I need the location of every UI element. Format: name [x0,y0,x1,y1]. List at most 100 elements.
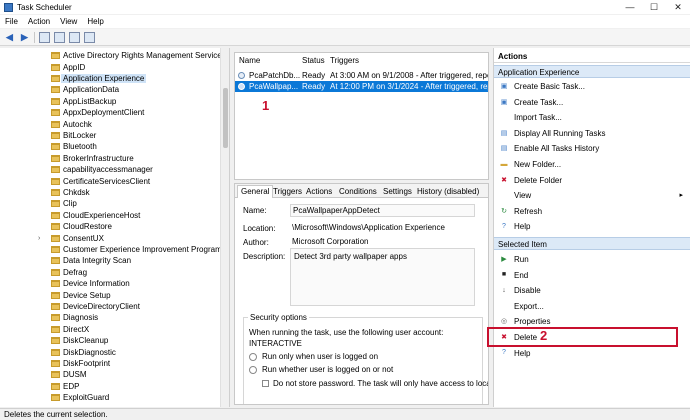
folder-icon [51,166,60,174]
run-logged-on-radio[interactable] [249,353,257,361]
tab-actions[interactable]: Actions [303,186,335,198]
show-hide-tree-icon[interactable] [54,31,65,43]
tree-item-label: AppID [63,62,86,72]
security-options-legend: Security options [248,313,309,322]
name-field[interactable]: PcaWallpaperAppDetect [290,204,475,217]
new-folder-icon: ▬ [500,160,508,168]
security-prompt: When running the task, use the following… [249,328,444,337]
show-hide-action-pane-icon[interactable] [84,31,95,43]
folder-icon [51,177,60,185]
tree-item-label: ExploitGuard [63,393,110,403]
action-help[interactable]: ? Help [494,347,690,360]
folder-icon [51,359,60,367]
action-label: Refresh [514,206,543,216]
task-triggers: At 12:00 PM on 3/1/2024 - After triggere… [330,82,488,91]
action-refresh[interactable]: ↻ Refresh [494,205,690,218]
do-not-store-password-label: Do not store password. The task will onl… [273,379,489,388]
actions-title: Actions [494,48,690,63]
action-label: View [514,191,532,201]
name-label: Name: [243,206,267,215]
action-help[interactable]: ? Help [494,220,690,233]
menu-view[interactable]: View [55,17,82,26]
action-end[interactable]: ■ End [494,269,690,282]
disable-icon: ↓ [502,286,506,294]
task-row-pcawallpaper[interactable]: PcaWallpap... Ready At 12:00 PM on 3/1/2… [235,81,488,92]
action-run[interactable]: ▶ Run [494,253,690,266]
help-book-icon[interactable] [69,31,80,43]
location-label: Location: [243,224,276,233]
folder-icon [51,268,60,276]
menu-file[interactable]: File [0,17,23,26]
end-icon: ■ [501,271,507,279]
tree-item-label: BitLocker [63,130,97,140]
back-arrow-icon[interactable]: ◀ [4,32,15,43]
tree-item-label: capabilityaccessmanager [63,165,153,175]
tab-triggers[interactable]: Triggers [270,186,305,198]
action-create-basic-task[interactable]: ▣ Create Basic Task... [494,80,690,93]
tab-general[interactable]: General [237,185,274,198]
maximize-icon[interactable]: ☐ [642,0,666,14]
action-import-task[interactable]: Import Task... [494,111,690,124]
folder-icon [51,394,60,402]
actions-section-header[interactable]: Selected Item [494,237,690,250]
description-label: Description: [243,252,286,261]
submenu-arrow-icon: ▸ [679,192,683,200]
folder-icon [51,348,60,356]
tab-conditions[interactable]: Conditions [336,186,380,198]
annotation-number-1: 1 [262,98,270,113]
delete-highlight-box [487,327,678,347]
action-new-folder[interactable]: ▬ New Folder... [494,158,690,171]
annotation-number-2: 2 [540,328,548,343]
help-icon: ? [502,222,506,230]
toolbar: ◀ ▶ [0,29,690,46]
menu-action[interactable]: Action [23,17,55,26]
action-label: Delete Folder [514,175,563,185]
action-disable[interactable]: ↓ Disable [494,284,690,297]
task-row-pcapatchdb[interactable]: PcaPatchDb... Ready At 3:00 AM on 9/1/20… [235,70,488,81]
column-status[interactable]: Status [302,56,325,65]
forward-arrow-icon[interactable]: ▶ [19,32,30,43]
close-icon[interactable]: ✕ [666,0,690,14]
folder-icon [51,280,60,288]
action-delete-folder[interactable]: ✖ Delete Folder [494,174,690,187]
folder-icon [51,97,60,105]
folder-icon [51,211,60,219]
tree-item-label: CertificateServicesClient [63,176,151,186]
menu-help[interactable]: Help [82,17,108,26]
column-triggers[interactable]: Triggers [330,56,359,65]
tab-settings[interactable]: Settings [380,186,415,198]
tree-scrollbar[interactable] [220,48,229,407]
status-bar: Deletes the current selection. [0,408,690,420]
folder-icon [51,382,60,390]
scrollbar-thumb[interactable] [223,88,228,148]
action-view[interactable]: View ▸ [494,189,690,202]
run-whether-logged-radio[interactable] [249,366,257,374]
run-whether-logged-label: Run whether user is logged on or not [262,365,394,374]
action-display-all-running-tasks[interactable]: ▤ Display All Running Tasks [494,127,690,140]
up-folder-icon[interactable] [39,31,50,43]
action-create-task[interactable]: ▣ Create Task... [494,96,690,109]
window-controls: — ☐ ✕ [618,0,690,14]
do-not-store-password-checkbox[interactable] [262,380,269,387]
tree-item-label: EDP [63,381,80,391]
folder-icon [51,120,60,128]
folder-icon [51,74,60,82]
user-account-value: INTERACTIVE [249,339,302,348]
actions-section-header[interactable]: Application Experience [494,65,690,78]
chevron-right-icon[interactable]: › [38,235,40,242]
task-list-header: Name Status Triggers [235,56,488,67]
tree-item-label: ApplicationData [63,85,120,95]
minimize-icon[interactable]: — [618,0,642,14]
create-task-icon: ▣ [500,98,508,106]
action-enable-all-tasks-history[interactable]: ▤ Enable All Tasks History [494,142,690,155]
tab-history[interactable]: History (disabled) [414,186,482,198]
action-label: Disable [514,286,541,296]
action-export[interactable]: Export... [494,300,690,313]
column-name[interactable]: Name [239,56,260,65]
action-label: Run [514,255,529,264]
tree-item-label: Data Integrity Scan [63,256,132,266]
task-triggers: At 3:00 AM on 9/1/2008 - After triggered… [330,71,488,80]
tree-item-label: Defrag [63,267,88,277]
folder-icon [51,291,60,299]
description-field[interactable]: Detect 3rd party wallpaper apps [290,248,475,306]
